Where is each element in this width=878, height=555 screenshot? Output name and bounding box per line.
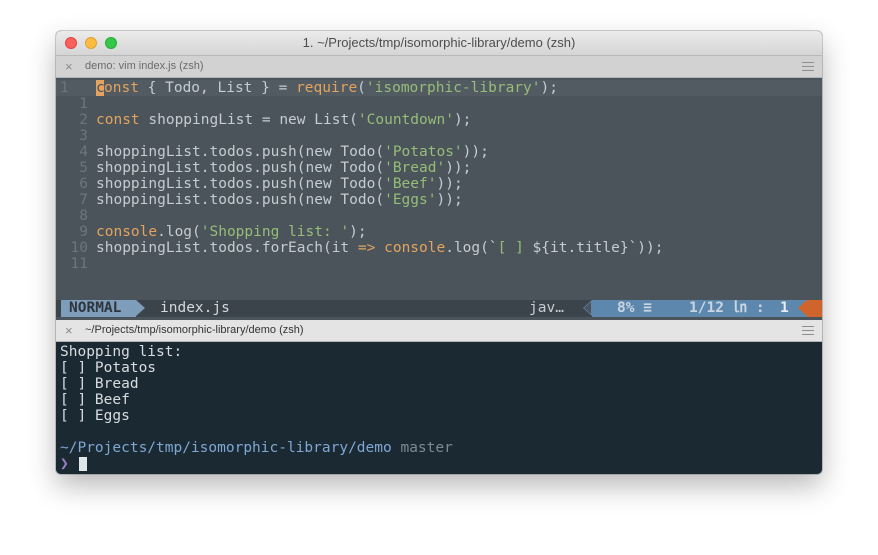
line-number: 6 [79, 176, 88, 192]
code-line[interactable]: 2 const shoppingList = new List('Countdow… [56, 112, 822, 128]
vim-cursor: c [96, 80, 105, 96]
segment-separator-inner-icon [584, 302, 591, 314]
pane-menu-icon[interactable] [802, 326, 814, 335]
code-line[interactable]: 8 [56, 208, 822, 224]
line-number: 7 [79, 192, 88, 208]
code-text: const shoppingList = new List('Countdown… [96, 112, 472, 128]
line-number: 10 [70, 240, 88, 256]
code-text: shoppingList.todos.push(new Todo('Beef')… [96, 176, 463, 192]
code-text: shoppingList.todos.push(new Todo('Eggs')… [96, 192, 463, 208]
pane-tab-shell[interactable]: × ~/Projects/tmp/isomorphic-library/demo… [56, 320, 822, 342]
close-pane-icon[interactable]: × [65, 320, 73, 341]
code-line[interactable]: 5 shoppingList.todos.push(new Todo('Bread… [56, 160, 822, 176]
code-text: console.log('Shopping list: '); [96, 224, 367, 240]
code-line[interactable]: 4 shoppingList.todos.push(new Todo('Potat… [56, 144, 822, 160]
code-line[interactable]: 1 [56, 96, 822, 112]
code-text: const { Todo, List } = require('isomorph… [96, 80, 558, 96]
shell-output-line: [ ] Eggs [60, 408, 130, 424]
line-number: 11 [70, 256, 88, 272]
code-text: shoppingList.todos.push(new Todo('Potato… [96, 144, 489, 160]
status-column: 1 [780, 300, 789, 316]
status-line-position: 1/12 ㏑ : [689, 300, 765, 316]
shell-output-line: [ ] Potatos [60, 360, 157, 376]
line-number: 1 [60, 80, 69, 96]
shell-output-line: [ ] Bread [60, 376, 139, 392]
line-number: 1 [79, 96, 88, 112]
code-line[interactable]: 6 shoppingList.todos.push(new Todo('Beef'… [56, 176, 822, 192]
shell-output-line: Shopping list: [60, 344, 183, 360]
prompt-path: ~/Projects/tmp/isomorphic-library/demo [60, 440, 392, 456]
close-pane-icon[interactable]: × [65, 56, 73, 77]
terminal-window: 1. ~/Projects/tmp/isomorphic-library/dem… [56, 31, 822, 474]
line-number: 9 [79, 224, 88, 240]
warning-separator-icon [798, 300, 807, 316]
warning-segment [807, 300, 822, 317]
line-number: 3 [79, 128, 88, 144]
pane-tab-vim[interactable]: × demo: vim index.js (zsh) [56, 56, 822, 78]
code-text: shoppingList.todos.forEach(it => console… [96, 240, 664, 256]
mode-indicator: NORMAL [61, 300, 136, 317]
shell-output-line: [ ] Beef [60, 392, 130, 408]
status-filetype: jav… [529, 300, 564, 316]
status-percent: 8% ≡ [617, 300, 652, 316]
terminal-cursor [78, 457, 87, 471]
window-title: 1. ~/Projects/tmp/isomorphic-library/dem… [302, 35, 576, 50]
input-line[interactable]: ❯ [60, 456, 87, 472]
git-branch: master [400, 440, 453, 456]
line-number: 4 [79, 144, 88, 160]
line-number: 2 [79, 112, 88, 128]
pane-title: demo: vim index.js (zsh) [85, 60, 204, 72]
status-filename: index.js [160, 300, 230, 316]
code-line[interactable]: 1 const { Todo, List } = require('isomorp… [56, 80, 822, 96]
shell-pane[interactable]: Shopping list: [ ] Potatos [ ] Bread [ ]… [56, 342, 822, 474]
prompt-symbol: ❯ [60, 456, 69, 472]
code-line[interactable]: 11 [56, 256, 822, 272]
vim-statusline: NORMAL index.js jav… 8% ≡ 1/12 ㏑ : 1 [56, 300, 822, 317]
line-number: 8 [79, 208, 88, 224]
line-number: 5 [79, 160, 88, 176]
code-line[interactable]: 7 shoppingList.todos.push(new Todo('Eggs'… [56, 192, 822, 208]
code-line[interactable]: 9 console.log('Shopping list: '); [56, 224, 822, 240]
code-text: shoppingList.todos.push(new Todo('Bread'… [96, 160, 472, 176]
vim-editor[interactable]: 1 const { Todo, List } = require('isomorp… [56, 78, 822, 320]
code-line[interactable]: 10 shoppingList.todos.forEach(it => conso… [56, 240, 822, 256]
mode-separator-icon [136, 300, 145, 316]
pane-menu-icon[interactable] [802, 62, 814, 71]
pane-title: ~/Projects/tmp/isomorphic-library/demo (… [85, 324, 304, 336]
prompt-line: ~/Projects/tmp/isomorphic-library/demo m… [60, 440, 453, 456]
code-line[interactable]: 3 [56, 128, 822, 144]
title-bar: 1. ~/Projects/tmp/isomorphic-library/dem… [56, 31, 822, 56]
